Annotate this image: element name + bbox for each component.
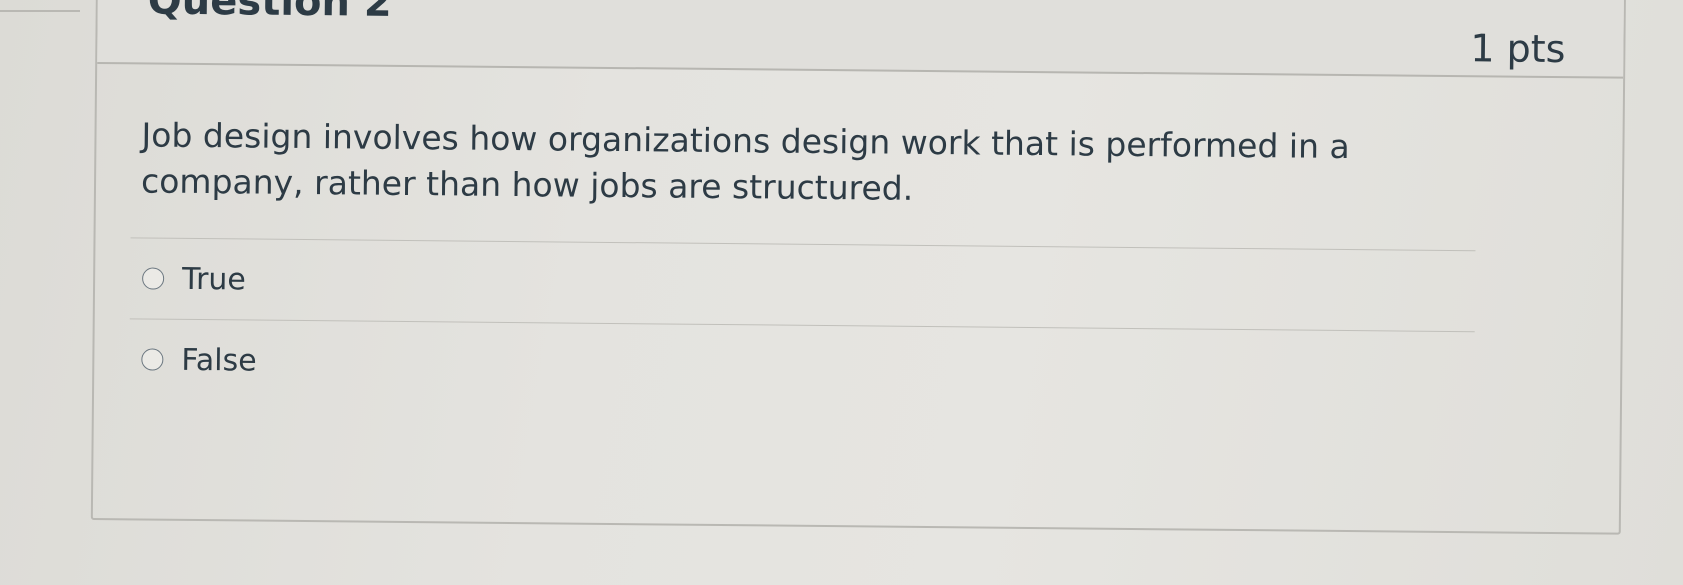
answer-option-true[interactable]: True — [130, 238, 1476, 331]
question-header: Question 2 1 pts — [97, 0, 1624, 79]
question-points: 1 pts — [1470, 26, 1566, 72]
radio-button-false[interactable] — [141, 348, 164, 371]
answer-label-true[interactable]: True — [182, 261, 246, 297]
question-title: Question 2 — [147, 0, 392, 26]
question-card: Question 2 1 pts Job design involves how… — [90, 0, 1626, 535]
radio-button-true[interactable] — [142, 267, 165, 290]
answer-label-false[interactable]: False — [181, 342, 257, 378]
answer-list: True False — [129, 237, 1476, 412]
answer-option-false[interactable]: False — [129, 319, 1475, 412]
previous-card-edge — [0, 0, 80, 12]
question-text: Job design involves how organizations de… — [140, 115, 1350, 208]
